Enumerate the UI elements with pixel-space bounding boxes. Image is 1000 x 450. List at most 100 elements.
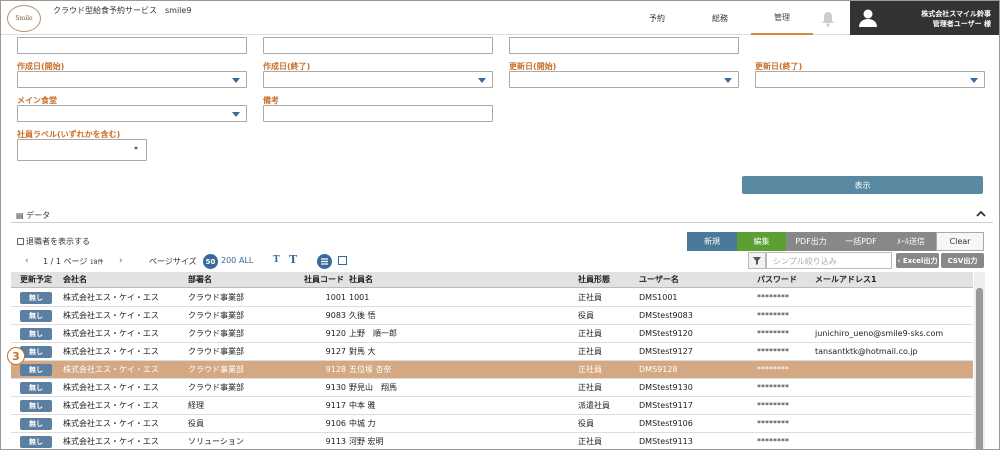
- update-none-button[interactable]: 無し: [20, 382, 52, 394]
- cell-name: 1001: [349, 293, 370, 302]
- cell-code: 9120: [325, 329, 346, 338]
- table-row[interactable]: 無し 株式会社エス・ケイ・エス クラウド事業部 9127 對馬 大正社員 DMStest9…: [11, 343, 973, 361]
- cell-name: 河野 宏明: [349, 437, 384, 446]
- cell-type: 正社員: [578, 329, 602, 338]
- font-large-icon[interactable]: T: [289, 253, 297, 266]
- updated-to-select[interactable]: [755, 71, 985, 88]
- col-password[interactable]: パスワード: [757, 272, 797, 287]
- cell-dept: クラウド事業部: [188, 293, 244, 302]
- cell-name: 對馬 大: [349, 347, 376, 356]
- col-employment-type[interactable]: 社員形態: [578, 272, 610, 287]
- cell-name: 五位塚 杏奈: [349, 365, 392, 374]
- employee-label-select[interactable]: [17, 139, 147, 161]
- col-email[interactable]: メールアドレス1: [815, 272, 877, 287]
- nav-admin[interactable]: 管理: [751, 1, 813, 35]
- cell-type: 正社員: [578, 365, 602, 374]
- filter-input-2[interactable]: [263, 37, 493, 54]
- cell-code: 9127: [325, 347, 346, 356]
- cell-pw: ********: [757, 419, 789, 428]
- nav-reservation[interactable]: 予約: [631, 1, 683, 35]
- next-page-icon[interactable]: ›: [119, 256, 123, 266]
- table-row[interactable]: 無し 株式会社エス・ケイ・エス 経理 9117 中本 雅 派遣社員 DMStest9117 *…: [11, 397, 973, 415]
- created-from-select[interactable]: [17, 71, 247, 88]
- prev-page-icon[interactable]: ‹: [25, 256, 29, 266]
- cell-company: 株式会社エス・ケイ・エス: [63, 365, 159, 374]
- cell-pw: ********: [757, 347, 789, 356]
- update-none-button[interactable]: 無し: [20, 310, 52, 322]
- table-row[interactable]: 無し 株式会社エス・ケイ・エス クラウド事業部 9130 野見山 翔馬 正社員 DMStes…: [11, 379, 973, 397]
- cell-user: DMStest9127: [639, 347, 693, 356]
- cell-mail: tansantktk@hotmail.co.jp: [815, 347, 918, 356]
- pdf-button[interactable]: PDF出力: [786, 232, 836, 251]
- table-row[interactable]: 無し 株式会社エス・ケイ・エス クラウド事業部 9128 五位塚 杏奈 正社員 DMS912…: [11, 361, 973, 379]
- clear-button[interactable]: Clear: [936, 232, 984, 251]
- update-none-button[interactable]: 無し: [20, 292, 52, 304]
- page-indicator: 1 / 1 ページ 18件: [43, 257, 104, 266]
- remarks-input[interactable]: [263, 105, 493, 122]
- excel-export-button[interactable]: ‹ Excel出力: [896, 253, 939, 268]
- chevron-up-icon[interactable]: [976, 209, 986, 219]
- scrollbar-thumb[interactable]: [976, 288, 983, 449]
- cell-pw: ********: [757, 365, 789, 374]
- show-retired-checkbox[interactable]: 退職者を表示する: [17, 236, 90, 247]
- csv-export-button[interactable]: CSV出力: [941, 253, 984, 268]
- col-update-schedule[interactable]: 更新予定: [20, 272, 52, 287]
- show-button[interactable]: 表示: [742, 176, 983, 194]
- updated-from-select[interactable]: [509, 71, 739, 88]
- font-small-icon[interactable]: T: [273, 255, 280, 265]
- new-button[interactable]: 新規: [687, 232, 737, 251]
- page-size-all[interactable]: ALL: [239, 256, 253, 265]
- update-none-button[interactable]: 無し: [20, 400, 52, 412]
- main-cafeteria-select[interactable]: [17, 105, 247, 122]
- table-row[interactable]: 無し 株式会社エス・ケイ・エス クラウド事業部 9083 久後 悟 役員 DMStest90…: [11, 307, 973, 325]
- page-size-50[interactable]: 50: [203, 254, 218, 269]
- list-view-icon[interactable]: [317, 254, 332, 269]
- filter-input-3[interactable]: [509, 37, 739, 54]
- cell-name: 久後 悟: [349, 311, 376, 320]
- top-header: Smile クラウド型給食予約サービス smile9 予約 総務 管理 株式会社…: [1, 1, 999, 35]
- col-username[interactable]: ユーザー名: [639, 272, 679, 287]
- update-none-button[interactable]: 無し: [20, 328, 52, 340]
- checkbox-icon[interactable]: [17, 238, 24, 245]
- page-size-200[interactable]: 200: [221, 256, 236, 265]
- cell-dept: 役員: [188, 419, 204, 428]
- created-to-select[interactable]: [263, 71, 493, 88]
- cell-type: 正社員: [578, 347, 602, 356]
- col-employee-name[interactable]: 社員名: [349, 272, 373, 287]
- col-company[interactable]: 会社名: [63, 272, 87, 287]
- cell-company: 株式会社エス・ケイ・エス: [63, 419, 159, 428]
- user-name: 管理者ユーザー 様: [932, 20, 991, 28]
- nav-general[interactable]: 総務: [691, 1, 749, 35]
- cell-company: 株式会社エス・ケイ・エス: [63, 437, 159, 446]
- cell-code: 9128: [325, 365, 346, 374]
- smile-logo[interactable]: Smile: [7, 5, 41, 32]
- table-row[interactable]: 無し 株式会社エス・ケイ・エス 役員 9106 中城 力 役員 DMStest9106 ***…: [11, 415, 973, 433]
- cell-dept: クラウド事業部: [188, 347, 244, 356]
- table-row[interactable]: 無し 株式会社エス・ケイ・エス クラウド事業部 1001 1001 正社員 DMS1001 *…: [11, 289, 973, 307]
- cell-company: 株式会社エス・ケイ・エス: [63, 293, 159, 302]
- table-row[interactable]: 無し 株式会社エス・ケイ・エス ソリューション 9113 河野 宏明 正社員 DMStest…: [11, 433, 973, 449]
- bell-icon[interactable]: [818, 9, 838, 29]
- grid-view-icon[interactable]: [338, 256, 347, 265]
- simple-filter-input[interactable]: シンプル絞り込み: [766, 252, 892, 269]
- edit-button[interactable]: 編集: [737, 232, 786, 251]
- section-divider: [11, 222, 993, 223]
- col-department[interactable]: 部署名: [188, 272, 212, 287]
- table-row[interactable]: 無し 株式会社エス・ケイ・エス クラウド事業部 9120 上野 順一郎 正社員 DMStes…: [11, 325, 973, 343]
- cell-pw: ********: [757, 383, 789, 392]
- cell-mail: junichiro_ueno@smile9-sks.com: [815, 329, 944, 338]
- cell-user: DMStest9113: [639, 437, 693, 446]
- user-panel[interactable]: 株式会社スマイル鈴事 管理者ユーザー 様: [850, 1, 999, 35]
- filter-input-1[interactable]: [17, 37, 247, 54]
- col-employee-code[interactable]: 社員コード: [304, 272, 344, 287]
- filter-icon[interactable]: [748, 252, 766, 269]
- bulk-pdf-button[interactable]: 一括PDF: [836, 232, 886, 251]
- cell-code: 9083: [325, 311, 346, 320]
- update-none-button[interactable]: 無し: [20, 418, 52, 430]
- update-none-button[interactable]: 無し: [20, 436, 52, 448]
- cell-dept: クラウド事業部: [188, 329, 244, 338]
- mail-button[interactable]: ﾒｰﾙ送信: [886, 232, 936, 251]
- service-title: クラウド型給食予約サービス smile9: [53, 6, 192, 15]
- update-none-button[interactable]: 無し: [20, 364, 52, 376]
- cell-name: 野見山 翔馬: [349, 383, 397, 392]
